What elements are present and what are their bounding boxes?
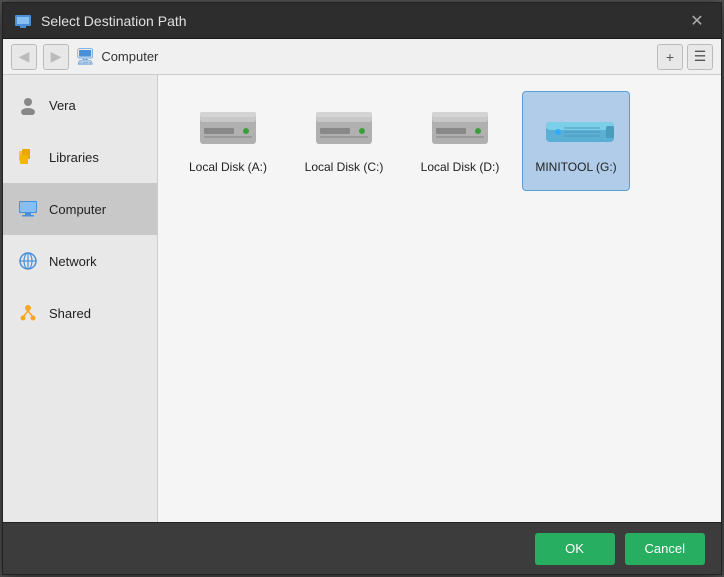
sidebar-network-label: Network xyxy=(49,254,97,269)
footer: OK Cancel xyxy=(3,522,721,574)
title-bar: Select Destination Path ✕ xyxy=(3,3,721,39)
sidebar-computer-label: Computer xyxy=(49,202,106,217)
sidebar-item-shared[interactable]: Shared xyxy=(3,287,157,339)
sidebar-libraries-label: Libraries xyxy=(49,150,99,165)
new-folder-button[interactable]: + xyxy=(657,44,683,70)
title-icon xyxy=(13,11,33,31)
sidebar-item-computer[interactable]: Computer xyxy=(3,183,157,235)
drive-a[interactable]: Local Disk (A:) xyxy=(174,91,282,191)
sidebar-shared-label: Shared xyxy=(49,306,91,321)
libraries-icon xyxy=(17,146,39,168)
path-label: Computer xyxy=(101,49,158,64)
sidebar-item-vera[interactable]: Vera xyxy=(3,79,157,131)
drive-g[interactable]: MINITOOL (G:) xyxy=(522,91,630,191)
sidebar-vera-label: Vera xyxy=(49,98,76,113)
dialog: Select Destination Path ✕ ◀ ▶ 🖥 Computer… xyxy=(2,2,722,575)
drive-a-icon xyxy=(196,108,260,152)
drive-g-label: MINITOOL (G:) xyxy=(535,160,616,174)
view-toggle-button[interactable]: ☰ xyxy=(687,44,713,70)
ok-button[interactable]: OK xyxy=(535,533,615,565)
toolbar-actions: + ☰ xyxy=(657,44,713,70)
network-icon xyxy=(17,250,39,272)
drive-c-label: Local Disk (C:) xyxy=(305,160,384,174)
forward-button[interactable]: ▶ xyxy=(43,44,69,70)
drive-d-icon xyxy=(428,108,492,152)
cancel-button[interactable]: Cancel xyxy=(625,533,705,565)
drive-c-icon xyxy=(312,108,376,152)
drive-g-icon xyxy=(544,108,608,152)
drive-c[interactable]: Local Disk (C:) xyxy=(290,91,398,191)
path-bar: 🖥 Computer xyxy=(75,47,651,67)
drive-a-label: Local Disk (A:) xyxy=(189,160,267,174)
sidebar-item-network[interactable]: Network xyxy=(3,235,157,287)
close-button[interactable]: ✕ xyxy=(683,7,711,35)
sidebar: Vera Libraries xyxy=(3,75,158,522)
toolbar: ◀ ▶ 🖥 Computer + ☰ xyxy=(3,39,721,75)
path-icon: 🖥 xyxy=(75,47,95,67)
sidebar-item-libraries[interactable]: Libraries xyxy=(3,131,157,183)
back-button[interactable]: ◀ xyxy=(11,44,37,70)
main-content: Vera Libraries xyxy=(3,75,721,522)
user-icon xyxy=(17,94,39,116)
shared-icon xyxy=(17,302,39,324)
file-area: Local Disk (A:) Local Disk (C:) xyxy=(158,75,721,522)
drive-d-label: Local Disk (D:) xyxy=(421,160,500,174)
computer-icon xyxy=(17,198,39,220)
dialog-title: Select Destination Path xyxy=(41,13,683,29)
drive-d[interactable]: Local Disk (D:) xyxy=(406,91,514,191)
